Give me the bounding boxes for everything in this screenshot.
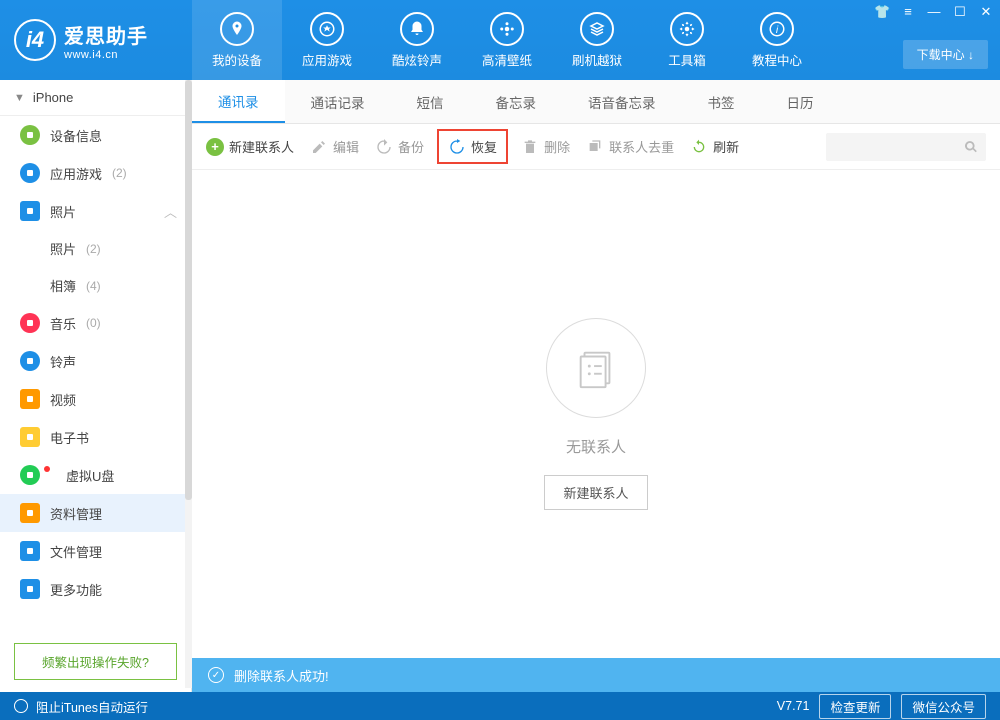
refresh-button[interactable]: 刷新 (690, 137, 739, 156)
plus-icon: + (206, 138, 224, 156)
menu-icon[interactable]: ≡ (900, 4, 916, 20)
sidebar-item-ebook[interactable]: 电子书 (0, 418, 191, 456)
chevron-down-icon: ▼ (14, 92, 25, 104)
apps-icon (310, 12, 344, 46)
device-icon (220, 12, 254, 46)
sidebar-item-photos[interactable]: 照片︿ (0, 192, 191, 230)
device-name: iPhone (33, 90, 73, 105)
tools-icon (670, 12, 704, 46)
badge-dot (44, 466, 50, 472)
sidebar-list: 设备信息应用游戏(2)照片︿照片(2)相簿(4)音乐(0)铃声视频电子书虚拟U盘… (0, 116, 191, 635)
trash-icon (521, 138, 539, 156)
nav-flash[interactable]: 刷机越狱 (552, 0, 642, 80)
dedup-icon (586, 138, 604, 156)
device-selector[interactable]: ▼ iPhone (0, 80, 191, 116)
svg-text:i: i (776, 23, 779, 35)
music-icon (20, 313, 40, 333)
restore-icon (448, 138, 466, 156)
minimize-icon[interactable]: — (926, 4, 942, 20)
search-input[interactable] (826, 133, 986, 161)
ringtone-icon (20, 351, 40, 371)
toolbar: + 新建联系人 编辑 备份 恢复 删除 联系人去重 (192, 124, 1000, 170)
brand-logo: i4 爱思助手 www.i4.cn (0, 19, 192, 61)
search-icon (964, 140, 978, 154)
delete-button[interactable]: 删除 (521, 137, 570, 156)
tutorial-icon: i (760, 12, 794, 46)
empty-text: 无联系人 (566, 436, 626, 457)
close-icon[interactable]: ✕ (978, 4, 994, 20)
tab-contacts[interactable]: 通讯录 (192, 80, 285, 123)
backup-icon (375, 138, 393, 156)
nav-wallpapers[interactable]: 高清壁纸 (462, 0, 552, 80)
tab-calendar[interactable]: 日历 (761, 80, 840, 123)
refresh-icon (690, 138, 708, 156)
logo-icon: i4 (14, 19, 56, 61)
nav-ringtones[interactable]: 酷炫铃声 (372, 0, 462, 80)
success-notice: 删除联系人成功! (192, 658, 1000, 692)
nav-tools[interactable]: 工具箱 (642, 0, 732, 80)
data-icon (20, 503, 40, 523)
tab-calls[interactable]: 通话记录 (285, 80, 391, 123)
udisk-icon (20, 465, 40, 485)
tab-sms[interactable]: 短信 (391, 80, 470, 123)
nav-tutorial[interactable]: i教程中心 (732, 0, 822, 80)
info-icon (20, 125, 40, 145)
ringtones-icon (400, 12, 434, 46)
sidebar-item-info[interactable]: 设备信息 (0, 116, 191, 154)
sidebar-item-video[interactable]: 视频 (0, 380, 191, 418)
sidebar-item-ringtone[interactable]: 铃声 (0, 342, 191, 380)
more-icon (20, 579, 40, 599)
new-contact-button[interactable]: + 新建联系人 (206, 137, 294, 156)
edit-button[interactable]: 编辑 (310, 137, 359, 156)
chevron-up-icon: ︿ (164, 202, 177, 221)
sidebar-item-photos-sub1[interactable]: 照片(2) (0, 230, 191, 267)
tab-voice[interactable]: 语音备忘录 (562, 80, 682, 123)
version-label: V7.71 (777, 699, 810, 713)
pencil-icon (310, 138, 328, 156)
flash-icon (580, 12, 614, 46)
restore-button[interactable]: 恢复 (442, 134, 503, 159)
itunes-block-toggle[interactable]: 阻止iTunes自动运行 (36, 697, 148, 716)
sidebar-item-data[interactable]: 资料管理 (0, 494, 191, 532)
sidebar: ▼ iPhone 设备信息应用游戏(2)照片︿照片(2)相簿(4)音乐(0)铃声… (0, 80, 192, 692)
sidebar-item-files[interactable]: 文件管理 (0, 532, 191, 570)
app-header: i4 爱思助手 www.i4.cn 我的设备应用游戏酷炫铃声高清壁纸刷机越狱工具… (0, 0, 1000, 80)
download-center-button[interactable]: 下载中心 ↓ (903, 40, 988, 69)
apps-icon (20, 163, 40, 183)
empty-new-contact-button[interactable]: 新建联系人 (544, 475, 647, 510)
status-bar: 阻止iTunes自动运行 V7.71 检查更新 微信公众号 (0, 692, 1000, 720)
video-icon (20, 389, 40, 409)
status-ring-icon (14, 699, 28, 713)
notice-text: 删除联系人成功! (234, 666, 329, 685)
window-controls: 👕 ≡ — ☐ ✕ (874, 4, 994, 20)
tab-notes[interactable]: 备忘录 (470, 80, 563, 123)
sidebar-item-photos-sub2[interactable]: 相簿(4) (0, 267, 191, 304)
tab-bookmarks[interactable]: 书签 (682, 80, 761, 123)
sidebar-item-more[interactable]: 更多功能 (0, 570, 191, 608)
sidebar-item-music[interactable]: 音乐(0) (0, 304, 191, 342)
help-link[interactable]: 频繁出现操作失败? (14, 643, 177, 680)
sidebar-item-udisk[interactable]: 虚拟U盘 (0, 456, 191, 494)
nav-device[interactable]: 我的设备 (192, 0, 282, 80)
sidebar-item-apps[interactable]: 应用游戏(2) (0, 154, 191, 192)
empty-contacts-icon (546, 318, 646, 418)
sidebar-scrollbar[interactable] (185, 80, 192, 688)
dedup-button[interactable]: 联系人去重 (586, 137, 674, 156)
maximize-icon[interactable]: ☐ (952, 4, 968, 20)
wallpapers-icon (490, 12, 524, 46)
shirt-icon[interactable]: 👕 (874, 4, 890, 20)
ebook-icon (20, 427, 40, 447)
brand-name: 爱思助手 (64, 20, 148, 49)
backup-button[interactable]: 备份 (375, 137, 424, 156)
check-icon (208, 667, 224, 683)
data-tabs: 通讯录通话记录短信备忘录语音备忘录书签日历 (192, 80, 1000, 124)
content-area: 无联系人 新建联系人 (192, 170, 1000, 658)
check-update-button[interactable]: 检查更新 (819, 694, 891, 719)
photos-icon (20, 201, 40, 221)
files-icon (20, 541, 40, 561)
nav-apps[interactable]: 应用游戏 (282, 0, 372, 80)
brand-url: www.i4.cn (64, 49, 148, 61)
wechat-button[interactable]: 微信公众号 (901, 694, 986, 719)
main-panel: 通讯录通话记录短信备忘录语音备忘录书签日历 + 新建联系人 编辑 备份 恢复 删… (192, 80, 1000, 692)
